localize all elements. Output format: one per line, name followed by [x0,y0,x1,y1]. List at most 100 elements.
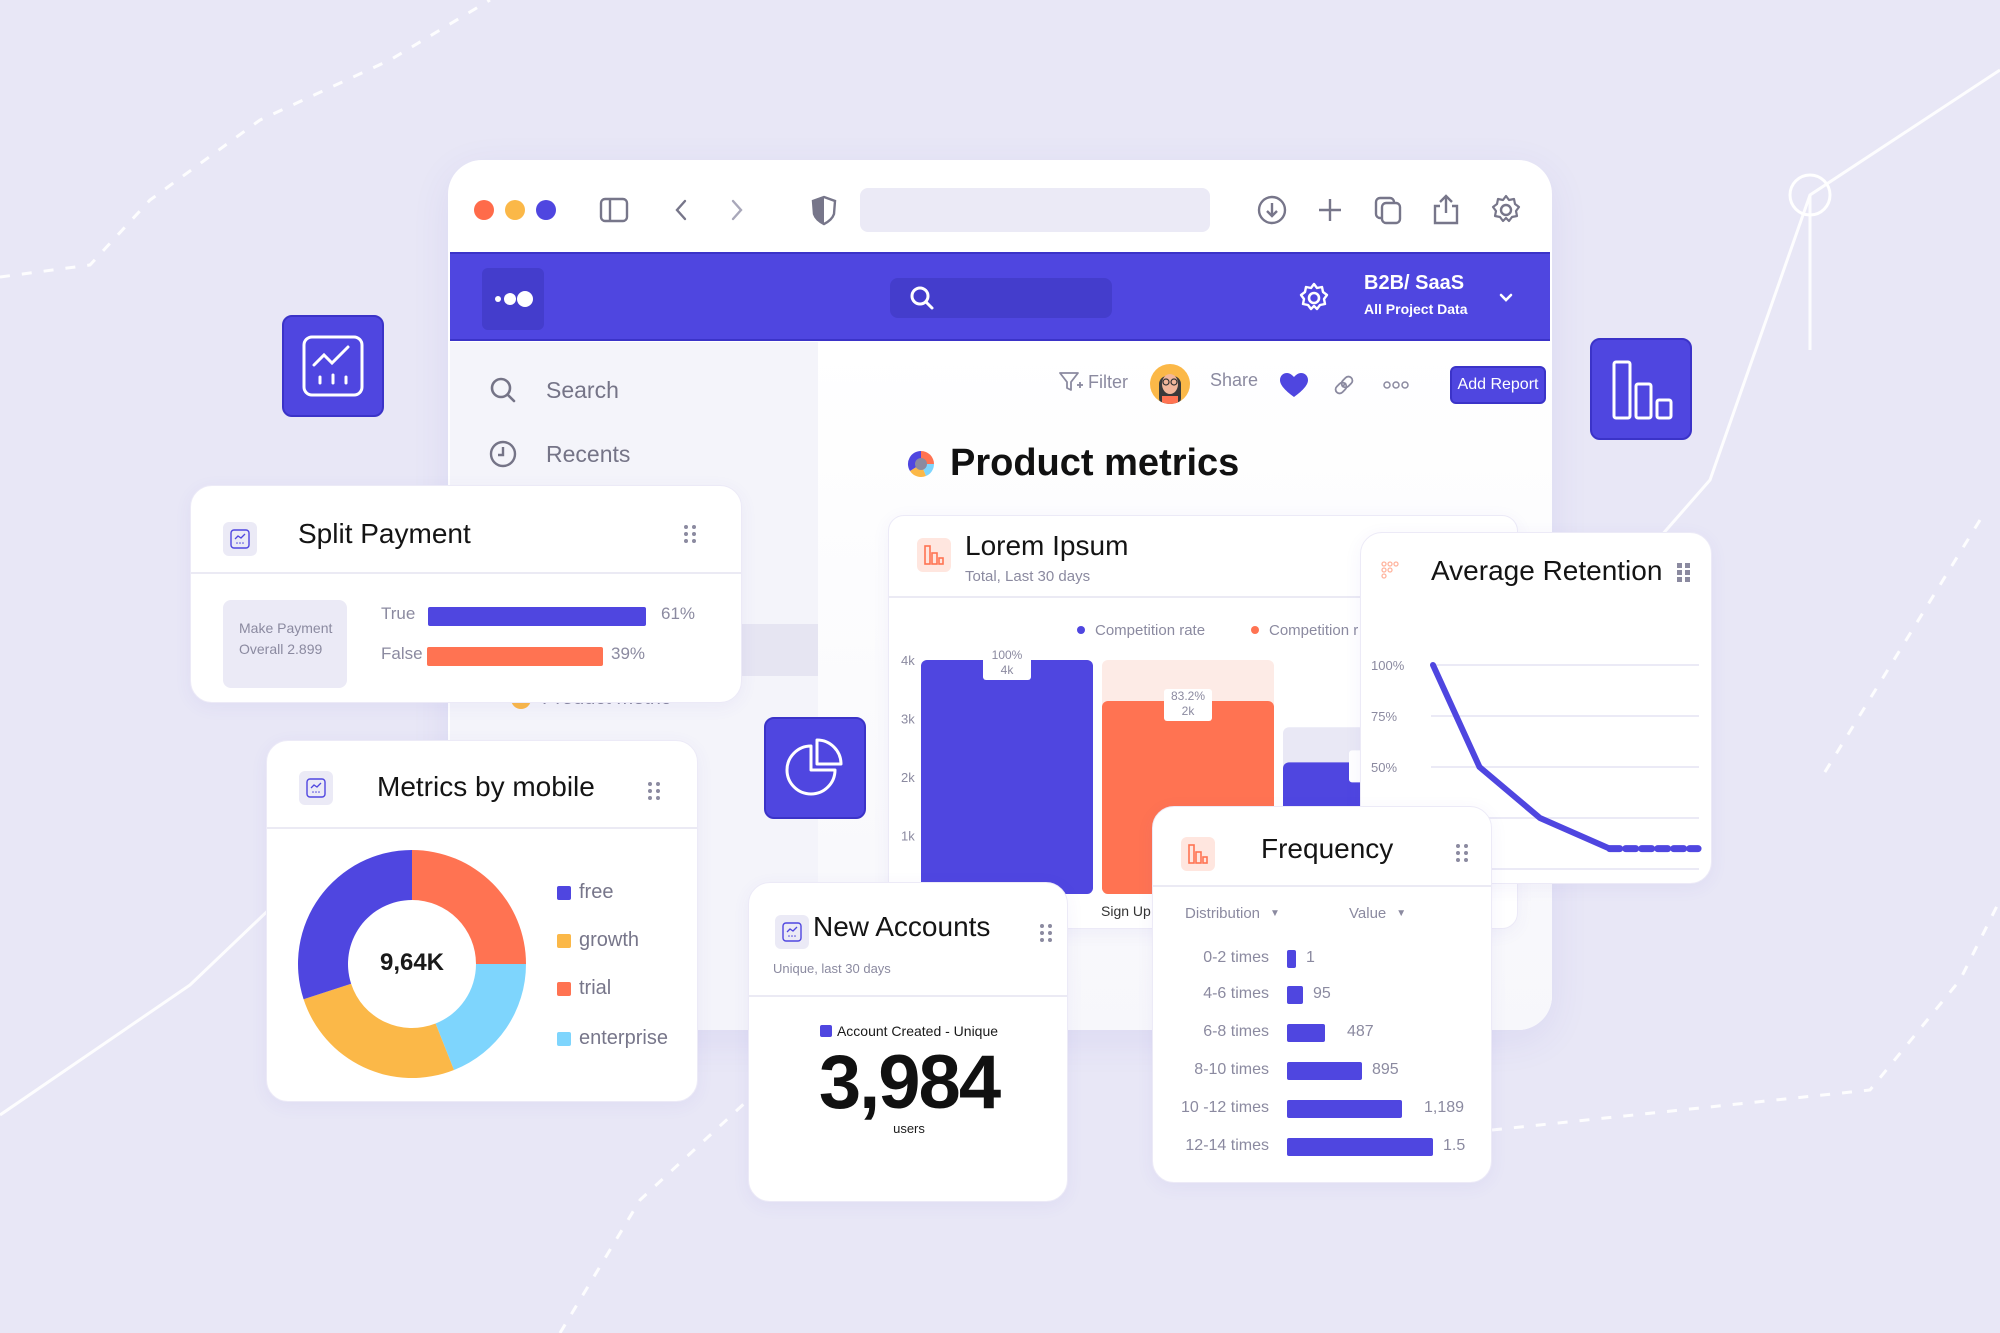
sidebar-item-label: Search [546,376,619,403]
bar[interactable] [1287,986,1303,1004]
metrics-by-mobile-card: Metrics by mobile 9,64K free growth trial e… [266,740,698,1102]
browser-chrome [448,160,1552,252]
drag-handle-icon[interactable] [1039,923,1053,943]
filter-button[interactable]: Filter [1058,370,1128,394]
bar-label: 10 -12 times [1180,1099,1269,1116]
bar-label: 8-10 times [1194,1061,1269,1078]
data-label: 2k [1182,704,1196,718]
donut-slice-growth[interactable] [303,983,454,1078]
project-dropdown-chevron-icon[interactable] [1498,290,1514,306]
duplicate-tab-icon[interactable] [1370,192,1406,228]
favorite-heart-icon[interactable] [1279,372,1309,398]
legend-swatch [557,885,571,900]
trend-chart-icon [282,315,384,417]
y-tick-label: 100% [1371,658,1405,673]
legend-swatch [557,1031,571,1046]
drag-handle-icon[interactable] [683,524,697,544]
share-icon[interactable] [1428,192,1464,228]
url-bar[interactable] [860,188,1210,232]
search-icon [490,377,516,403]
bar-label: 12-14 times [1185,1137,1269,1154]
legend-label: enterprise [579,1027,668,1049]
shield-icon[interactable] [806,192,842,228]
distribution-dropdown[interactable]: Distribution ▼ [1185,905,1280,922]
bar[interactable] [1287,1024,1325,1042]
link-icon[interactable] [1332,373,1356,397]
more-options-icon[interactable] [1382,378,1410,392]
sidebar-toggle-icon[interactable] [596,192,632,228]
legend-swatch [819,1025,832,1037]
share-button[interactable]: Share [1210,370,1258,391]
minimize-window-button[interactable] [505,200,525,220]
bar-label: 4-6 times [1203,985,1269,1002]
forward-icon[interactable] [718,192,754,228]
drag-handle-icon[interactable] [1677,563,1691,583]
data-label: 4k [1001,663,1015,677]
bar[interactable] [1287,1062,1362,1080]
new-accounts-subtitle: Unique, last 30 days [773,961,891,976]
back-icon[interactable] [664,192,700,228]
legend-label: trial [579,977,612,999]
legend-label: growth [579,929,640,951]
close-window-button[interactable] [474,200,494,220]
legend-item: free [557,881,613,904]
bar-chart-icon [1181,837,1215,871]
new-accounts-value: 3,984 [818,1040,1001,1125]
bar-value: 487 [1347,1023,1374,1040]
x-tick-label: Sign Up [1101,903,1151,919]
y-tick-label: 2k [901,770,915,785]
lorem-title: Lorem Ipsum [965,530,1129,561]
y-tick-label: 1k [901,829,915,844]
metrics-mobile-title: Metrics by mobile [377,771,595,802]
maximize-window-button[interactable] [536,200,556,220]
app-search-input[interactable] [890,278,1112,318]
retention-title: Average Retention [1431,555,1663,586]
search-icon [910,286,934,310]
product-metrics-icon [907,450,934,477]
new-tab-icon[interactable] [1312,192,1348,228]
bar[interactable] [1287,1138,1433,1156]
project-name[interactable]: B2B/ SaaS [1364,272,1464,295]
split-payment-card: Split Payment Make Payment Overall 2.899… [190,485,742,703]
split-payment-summary: Make Payment Overall 2.899 [223,600,347,688]
bar-value: 95 [1313,985,1331,1002]
legend-item: enterprise [557,1027,668,1050]
new-accounts-legend: Account Created - Unique [749,1023,1069,1039]
data-label: 100% [992,648,1023,662]
drag-handle-icon[interactable] [1455,843,1469,863]
download-icon[interactable] [1254,192,1290,228]
app-logo[interactable] [482,268,544,330]
value-dropdown[interactable]: Value ▼ [1349,905,1406,922]
bar-chart-icon [1590,338,1692,440]
donut-slice-trial[interactable] [412,850,526,964]
page-title: Product metrics [906,442,1239,485]
user-avatar[interactable] [1150,364,1190,404]
donut-slice-enterprise[interactable] [435,964,526,1070]
y-tick-label: 75% [1371,709,1397,724]
project-settings-icon[interactable] [1296,280,1332,316]
y-tick-label: 4k [901,653,915,668]
bar[interactable] [1287,1100,1402,1118]
drag-handle-icon[interactable] [647,781,661,801]
bar-value: 39% [611,644,646,663]
add-report-button[interactable]: Add Report [1450,366,1546,404]
sidebar-item-label: Recents [546,440,631,467]
legend-swatch [557,981,571,996]
bar-value: 895 [1372,1061,1399,1078]
sidebar-item-recents[interactable]: Recents [488,434,630,474]
trend-chart-icon [223,522,257,556]
bar-label: True [381,604,416,623]
lorem-subtitle: Total, Last 30 days [965,568,1091,585]
sidebar-item-search[interactable]: Search [488,370,619,410]
bar-value: 1,189 [1424,1099,1465,1116]
frequency-title: Frequency [1261,833,1394,864]
donut-center-label: 9,64K [379,949,445,976]
bar[interactable] [1287,950,1296,968]
frequency-card: Frequency Distribution ▼ Value ▼ 0-2 tim… [1152,806,1492,1183]
legend-label: free [579,881,614,903]
bar[interactable] [921,660,1093,894]
new-accounts-title: New Accounts [813,911,991,942]
settings-icon[interactable] [1488,192,1524,228]
trend-chart-icon [299,771,333,805]
trend-chart-icon [775,915,809,949]
